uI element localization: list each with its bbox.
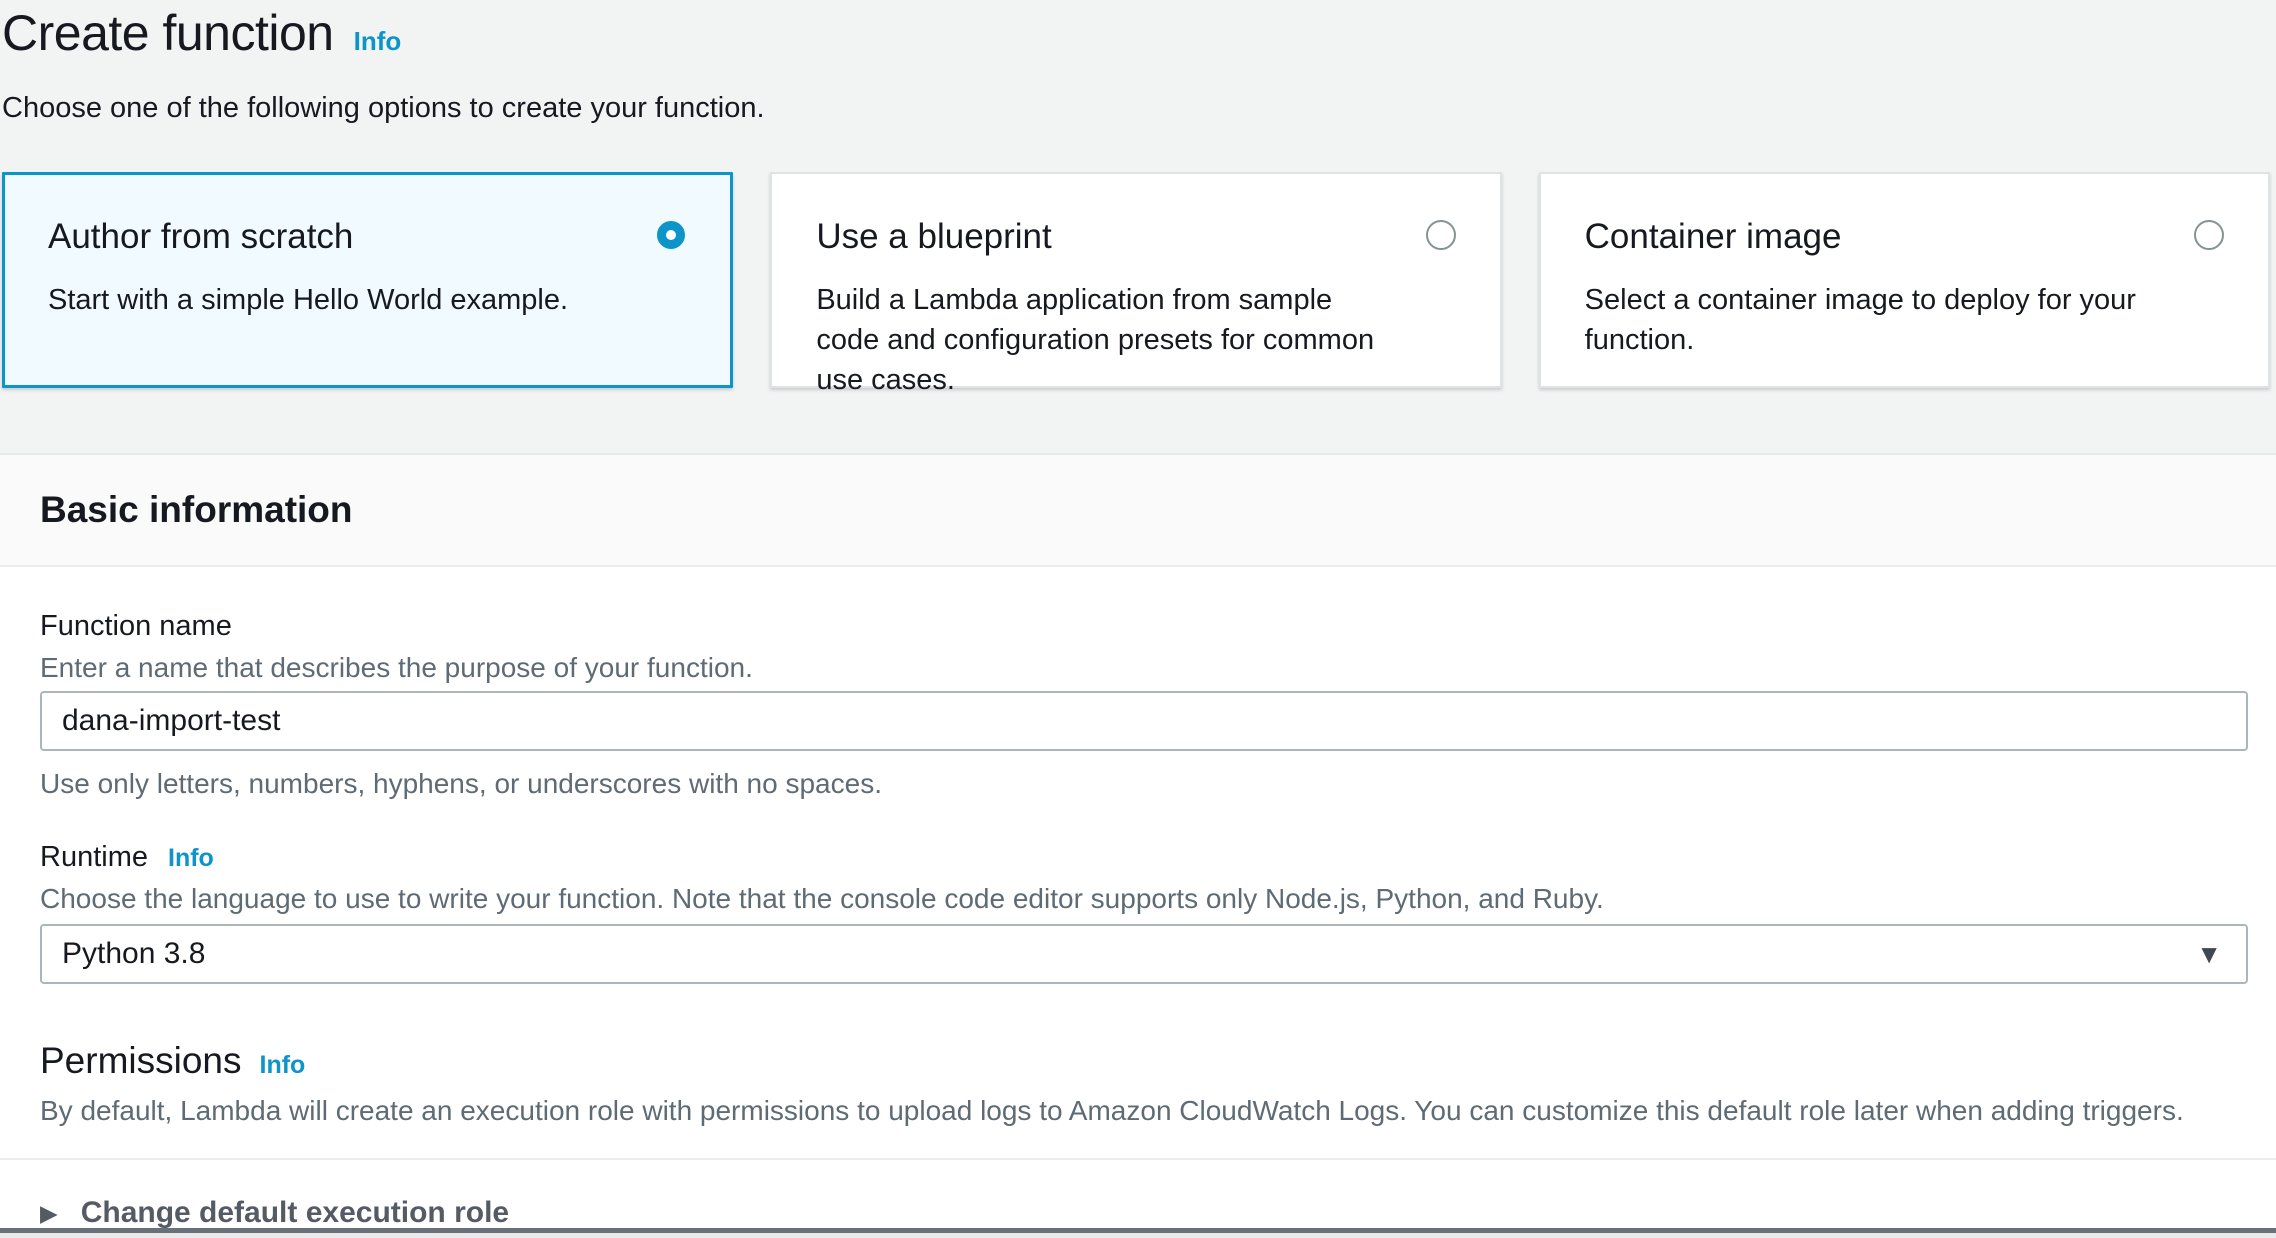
card-description: Select a container image to deploy for y… xyxy=(1585,280,2158,360)
expander-arrow-icon: ▶ xyxy=(40,1202,58,1225)
page-bottom-strip xyxy=(0,1233,2276,1238)
runtime-description: Choose the language to use to write your… xyxy=(40,882,2248,916)
permissions-heading-row: Permissions Info xyxy=(40,1040,2248,1082)
page-subtitle: Choose one of the following options to c… xyxy=(2,92,765,125)
function-name-label: Function name xyxy=(40,610,2248,643)
card-use-a-blueprint[interactable]: Use a blueprint Build a Lambda applicati… xyxy=(770,172,1501,388)
card-title: Container image xyxy=(1585,215,2158,259)
card-title: Use a blueprint xyxy=(816,215,1389,259)
card-author-from-scratch[interactable]: Author from scratch Start with a simple … xyxy=(2,172,733,388)
page-header: Create function Info Choose one of the f… xyxy=(0,0,2276,453)
permissions-heading: Permissions xyxy=(40,1040,242,1082)
basic-information-heading: Basic information xyxy=(40,489,2276,531)
card-description: Build a Lambda application from sample c… xyxy=(816,280,1389,400)
function-name-constraint: Use only letters, numbers, hyphens, or u… xyxy=(40,767,2248,801)
card-container-image[interactable]: Container image Select a container image… xyxy=(1539,172,2270,388)
function-name-input[interactable] xyxy=(40,691,2248,751)
chevron-down-icon: ▼ xyxy=(2196,939,2222,970)
page-title-info-link[interactable]: Info xyxy=(354,26,402,57)
radio-button-author-from-scratch[interactable] xyxy=(657,221,685,249)
radio-button-container-image[interactable] xyxy=(2194,220,2224,250)
permissions-info-link[interactable]: Info xyxy=(260,1051,306,1080)
card-title: Author from scratch xyxy=(48,215,621,259)
runtime-select[interactable]: Python 3.8 ▼ xyxy=(40,924,2248,984)
runtime-label-row: Runtime Info xyxy=(40,841,2248,874)
creation-option-cards: Author from scratch Start with a simple … xyxy=(2,172,2270,388)
change-default-execution-role-expander[interactable]: ▶ Change default execution role xyxy=(40,1196,2248,1230)
page-title: Create function xyxy=(2,4,334,62)
expander-label: Change default execution role xyxy=(81,1196,509,1230)
radio-button-use-a-blueprint[interactable] xyxy=(1426,220,1456,250)
divider xyxy=(0,1158,2276,1160)
function-name-description: Enter a name that describes the purpose … xyxy=(40,651,2248,685)
runtime-label: Runtime xyxy=(40,841,148,874)
basic-information-body: Function name Enter a name that describe… xyxy=(0,567,2276,1228)
runtime-selected-option: Python 3.8 xyxy=(62,937,205,971)
title-row: Create function Info xyxy=(2,4,401,62)
runtime-info-link[interactable]: Info xyxy=(168,844,214,873)
card-description: Start with a simple Hello World example. xyxy=(48,280,621,320)
permissions-description: By default, Lambda will create an execut… xyxy=(40,1094,2248,1128)
basic-information-header: Basic information xyxy=(0,453,2276,567)
